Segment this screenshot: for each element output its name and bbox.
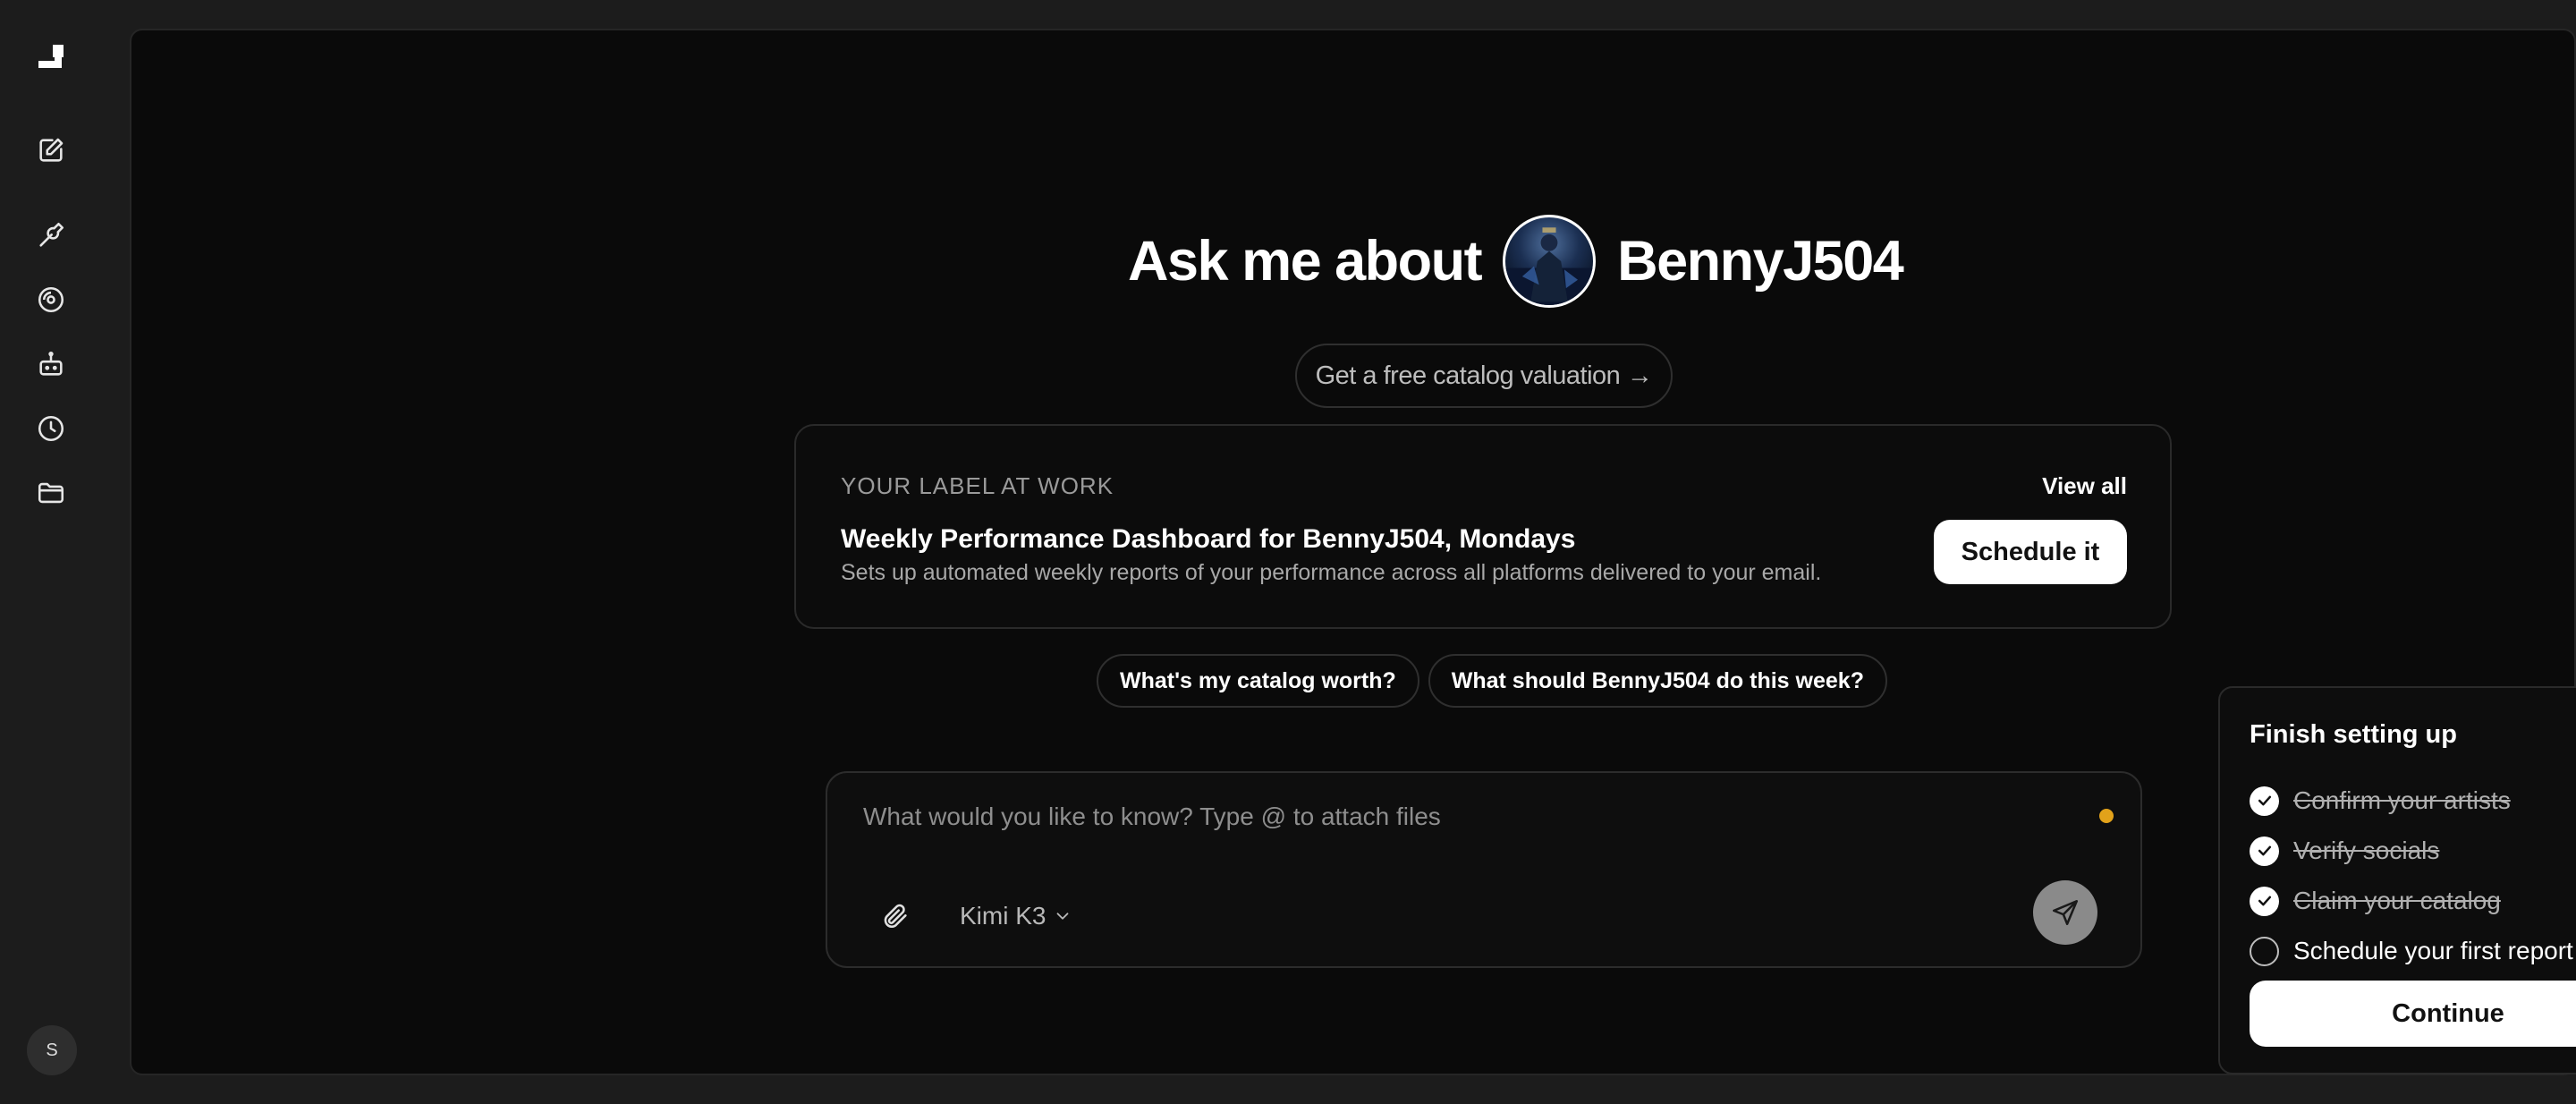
wrench-icon[interactable] [33, 217, 69, 253]
clock-icon[interactable] [33, 411, 69, 446]
card-eyebrow: YOUR LABEL AT WORK [841, 472, 1114, 499]
artist-avatar[interactable] [1503, 215, 1597, 308]
label-at-work-card: YOUR LABEL AT WORK View all Weekly Perfo… [794, 424, 2172, 629]
suggestion-chips: What's my catalog worth? What should Ben… [1097, 654, 1887, 708]
app-window: S Ask me about BennyJ504 Get a free cata… [0, 0, 2576, 1104]
continue-button[interactable]: Continue [2250, 981, 2576, 1047]
check-icon [2250, 886, 2279, 916]
logo-icon[interactable] [33, 41, 69, 77]
chevron-down-icon [1057, 913, 1069, 920]
main-panel: Ask me about BennyJ504 Get a free catalo… [130, 29, 2576, 1075]
setup-item-claim-catalog[interactable]: Claim your catalog [2250, 876, 2576, 926]
catalog-valuation-link[interactable]: Get a free catalog valuation → [1295, 344, 1673, 408]
chat-input[interactable] [863, 794, 2026, 839]
setup-item-confirm-artists[interactable]: Confirm your artists [2250, 776, 2576, 826]
folder-icon[interactable] [33, 475, 69, 511]
status-dot [2099, 809, 2114, 823]
empty-circle-icon [2250, 936, 2279, 966]
hero-heading: Ask me about BennyJ504 [1128, 215, 1904, 308]
setup-title: Finish setting up [2250, 720, 2457, 749]
model-label: Kimi K3 [960, 902, 1046, 930]
check-icon [2250, 786, 2279, 816]
model-selector[interactable]: Kimi K3 [960, 898, 1072, 934]
send-icon [2052, 899, 2079, 926]
view-all-link[interactable]: View all [2042, 472, 2127, 500]
setup-checklist: Confirm your artists Verify socials Clai… [2250, 776, 2576, 976]
chat-composer: Kimi K3 [826, 771, 2142, 968]
setup-item-schedule-report[interactable]: Schedule your first report [2250, 926, 2576, 976]
user-avatar[interactable]: S [27, 1025, 77, 1075]
send-button[interactable] [2033, 880, 2097, 945]
card-title: Weekly Performance Dashboard for BennyJ5… [841, 524, 1576, 554]
paperclip-icon[interactable] [877, 898, 913, 934]
vinyl-record-icon[interactable] [33, 282, 69, 318]
robot-icon[interactable] [33, 346, 69, 382]
schedule-it-button[interactable]: Schedule it [1934, 520, 2127, 584]
setup-item-verify-socials[interactable]: Verify socials [2250, 826, 2576, 876]
finish-setup-panel: Finish setting up Confirm your artists V… [2218, 686, 2576, 1074]
artist-name: BennyJ504 [1617, 230, 1904, 293]
hero-prefix: Ask me about [1128, 230, 1483, 293]
check-icon [2250, 836, 2279, 866]
suggestion-chip[interactable]: What's my catalog worth? [1097, 654, 1419, 708]
suggestion-chip[interactable]: What should BennyJ504 do this week? [1428, 654, 1887, 708]
left-rail: S [0, 0, 102, 1104]
card-description: Sets up automated weekly reports of your… [841, 560, 1822, 585]
new-chat-icon[interactable] [33, 132, 69, 168]
